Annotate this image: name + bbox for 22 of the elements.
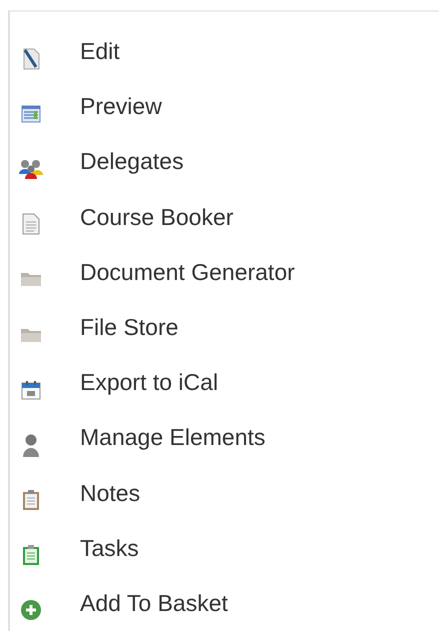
menu-item[interactable]: Edit: [80, 38, 120, 66]
menu-item[interactable]: Course Booker: [80, 204, 234, 231]
menu-item[interactable]: Preview: [80, 93, 162, 120]
menu-item[interactable]: File Store: [80, 314, 178, 342]
people-icon: [19, 158, 43, 179]
clipboard-icon: [22, 489, 40, 512]
menu-item[interactable]: Export to iCal: [80, 369, 218, 396]
pencil-page-icon: [21, 48, 41, 70]
plus-circle-icon: [20, 599, 42, 622]
menu-item[interactable]: Document Generator: [80, 258, 295, 286]
menu-item[interactable]: Add To Basket: [80, 590, 228, 617]
folder-icon: [20, 326, 42, 343]
menu-item[interactable]: Notes: [80, 480, 140, 507]
menu-item[interactable]: Tasks: [80, 534, 139, 562]
checklist-clipboard-icon: [22, 544, 40, 566]
calendar-icon: [21, 380, 41, 400]
menu-item[interactable]: Manage Elements: [80, 424, 266, 452]
document-icon: [22, 213, 40, 236]
list-icon: [21, 104, 41, 123]
person-icon: [22, 432, 40, 457]
menu-item[interactable]: Delegates: [80, 148, 184, 176]
folder-icon: [20, 271, 42, 288]
